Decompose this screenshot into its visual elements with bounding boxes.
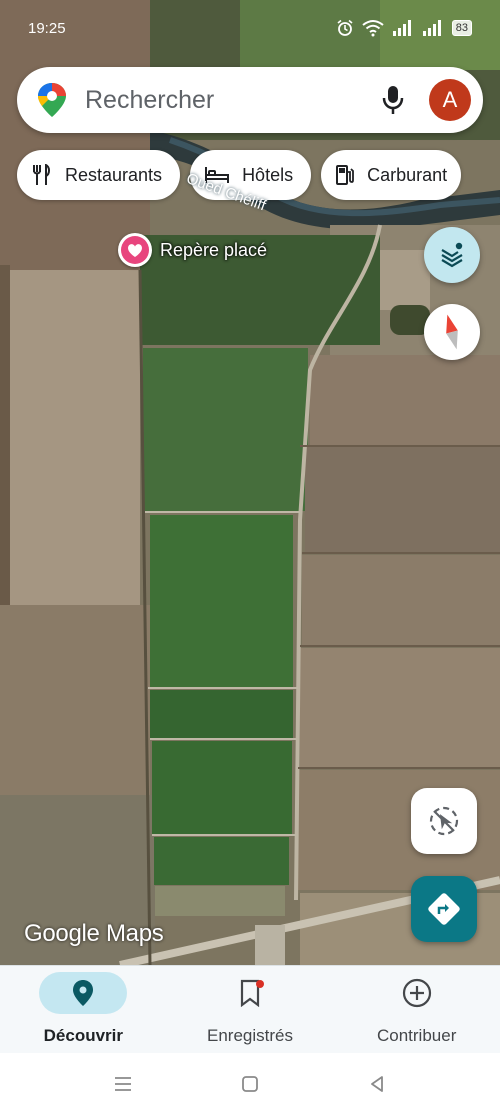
microphone-icon (382, 86, 404, 114)
nav-contribute[interactable]: Contribuer (333, 966, 500, 1053)
status-icons: 83 (336, 19, 472, 37)
chip-label: Restaurants (65, 164, 163, 185)
nav-icon-container (206, 972, 294, 1014)
battery-indicator: 83 (451, 20, 472, 36)
nav-saved[interactable]: Enregistrés (167, 966, 334, 1053)
fuel-pump-icon (336, 165, 354, 185)
chip-fuel[interactable]: Carburant (321, 150, 462, 200)
system-navigation (0, 1053, 500, 1115)
marker-label: Repère placé (160, 239, 268, 260)
notification-dot (256, 980, 264, 988)
heart-icon (121, 236, 149, 264)
status-time: 19:25 (28, 19, 66, 37)
signal-icon (392, 20, 411, 36)
layers-button[interactable] (424, 227, 480, 283)
status-bar: 19:25 83 (0, 0, 500, 56)
chip-restaurants[interactable]: Restaurants (17, 150, 181, 200)
nav-discover[interactable]: Découvrir (0, 966, 167, 1053)
layers-icon (441, 242, 463, 268)
bottom-navigation: Découvrir Enregistrés Contribuer (0, 965, 500, 1053)
google-maps-logo: Google Maps (24, 920, 164, 947)
signal-icon (422, 20, 441, 36)
chip-label: Hôtels (242, 164, 294, 185)
directions-button[interactable] (411, 876, 477, 942)
add-circle-icon (402, 978, 431, 1008)
fork-knife-icon (33, 164, 50, 185)
home-icon[interactable] (239, 1073, 261, 1095)
microphone-button[interactable] (375, 82, 411, 118)
menu-icon[interactable] (112, 1074, 134, 1094)
alarm-icon (337, 19, 353, 36)
nav-icon-container (39, 972, 128, 1014)
compass-button[interactable] (424, 304, 480, 360)
back-icon[interactable] (366, 1073, 388, 1095)
location-pin-icon (73, 980, 94, 1006)
search-input[interactable]: Rechercher (85, 86, 375, 115)
compass-icon (446, 314, 458, 350)
nav-label: Découvrir (43, 1026, 124, 1045)
my-location-button[interactable] (411, 788, 477, 854)
nav-icon-container (373, 972, 461, 1014)
wifi-icon (362, 20, 384, 37)
my-location-icon (429, 806, 459, 836)
directions-icon (428, 893, 460, 925)
marker-dot (118, 233, 152, 267)
saved-place-marker[interactable]: Repère placé (118, 233, 267, 267)
nav-label: Contribuer (376, 1026, 457, 1045)
chip-label: Carburant (367, 164, 448, 185)
avatar[interactable]: A (429, 79, 471, 121)
search-bar[interactable]: Rechercher A (17, 67, 483, 133)
nav-label: Enregistrés (207, 1026, 293, 1045)
maps-pin-logo-icon (38, 83, 66, 117)
